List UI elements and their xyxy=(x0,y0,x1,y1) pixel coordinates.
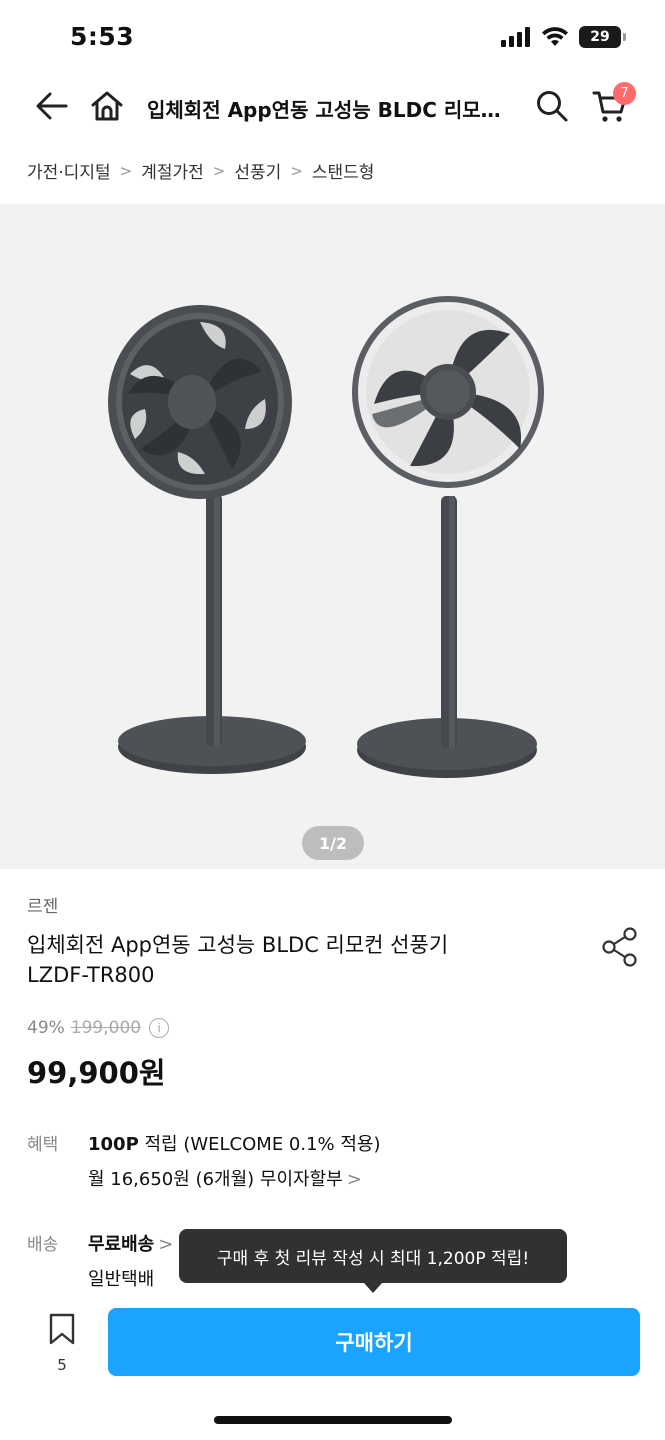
brand-name[interactable]: 르젠 xyxy=(27,892,58,917)
breadcrumb-item[interactable]: 계절가전 xyxy=(141,158,204,183)
breadcrumb-item[interactable]: 가전·디지털 xyxy=(27,158,111,183)
breadcrumb-item[interactable]: 선풍기 xyxy=(234,158,281,183)
delivery-type-text: 무료배송 xyxy=(88,1234,155,1255)
status-bar: 5:53 29 xyxy=(0,0,665,78)
top-nav: 입체회전 App연동 고성능 BLDC 리모컨 선풍기 LZDF-TR800 7 xyxy=(0,78,665,140)
product-title-line2: LZDF-TR800 xyxy=(27,963,155,987)
chevron-right-icon: > xyxy=(346,1169,362,1190)
home-icon xyxy=(91,91,123,121)
benefit-points-detail: 적립 (WELCOME 0.1% 적용) xyxy=(138,1134,381,1155)
discount-rate: 49% xyxy=(27,1018,65,1038)
page-title: 입체회전 App연동 고성능 BLDC 리모컨 선풍기 LZDF-TR800 xyxy=(147,98,517,122)
benefit-points-amount: 100P xyxy=(88,1134,139,1155)
search-button[interactable] xyxy=(534,88,570,124)
share-icon xyxy=(602,927,637,967)
chevron-right-icon: > xyxy=(290,161,303,180)
chevron-right-icon: > xyxy=(119,161,133,180)
product-photo xyxy=(108,296,544,778)
benefit-label: 혜택 xyxy=(27,1135,59,1155)
image-page-indicator: 1/2 xyxy=(302,826,364,860)
wifi-icon xyxy=(542,27,568,46)
search-icon xyxy=(537,91,568,122)
signal-icon xyxy=(501,27,530,47)
benefit-points: 100P 적립 (WELCOME 0.1% 적용) xyxy=(88,1130,381,1156)
chevron-right-icon: > xyxy=(158,1234,174,1255)
cart-button[interactable]: 7 xyxy=(592,82,636,124)
original-price: 199,000 xyxy=(70,1018,142,1038)
delivery-method: 일반택배 xyxy=(88,1269,155,1290)
home-button[interactable] xyxy=(89,88,125,124)
product-title: 입체회전 App연동 고성능 BLDC 리모컨 선풍기 LZDF-TR800 xyxy=(27,930,547,990)
product-title-line1: 입체회전 App연동 고성능 BLDC 리모컨 선풍기 xyxy=(27,933,449,957)
breadcrumb-item[interactable]: 스탠드형 xyxy=(312,158,375,183)
delivery-label: 배송 xyxy=(27,1235,59,1255)
fan-left xyxy=(108,305,306,774)
back-arrow-icon xyxy=(36,92,68,120)
bookmark-button[interactable]: 5 xyxy=(44,1312,80,1374)
discount-row: 49% 199,000 i xyxy=(27,1018,170,1038)
status-icons: 29 xyxy=(501,26,626,48)
home-indicator[interactable] xyxy=(214,1416,452,1424)
bottom-action-bar: 5 구매하기 xyxy=(0,1298,665,1440)
chevron-right-icon: > xyxy=(212,161,226,180)
status-time: 5:53 xyxy=(70,22,135,51)
installment-link[interactable]: 월 16,650원 (6개월) 무이자할부 > xyxy=(88,1165,362,1191)
sale-price: 99,900원 xyxy=(27,1056,166,1090)
cart-count-badge: 7 xyxy=(613,82,636,105)
breadcrumb: 가전·디지털 > 계절가전 > 선풍기 > 스탠드형 xyxy=(27,158,375,184)
fan-right xyxy=(352,296,544,778)
buy-button[interactable]: 구매하기 xyxy=(108,1308,640,1376)
installment-text: 월 16,650원 (6개월) 무이자할부 xyxy=(88,1169,343,1190)
review-points-tooltip: 구매 후 첫 리뷰 작성 시 최대 1,200P 적립! xyxy=(179,1229,567,1293)
back-button[interactable] xyxy=(34,88,70,124)
info-icon[interactable]: i xyxy=(149,1018,170,1038)
bookmark-icon xyxy=(49,1313,75,1345)
delivery-type[interactable]: 무료배송 > xyxy=(88,1230,173,1256)
bookmark-count: 5 xyxy=(57,1356,67,1374)
battery-icon: 29 xyxy=(579,26,626,48)
share-button[interactable] xyxy=(600,926,640,972)
product-image-carousel[interactable]: 1/2 xyxy=(0,204,665,869)
